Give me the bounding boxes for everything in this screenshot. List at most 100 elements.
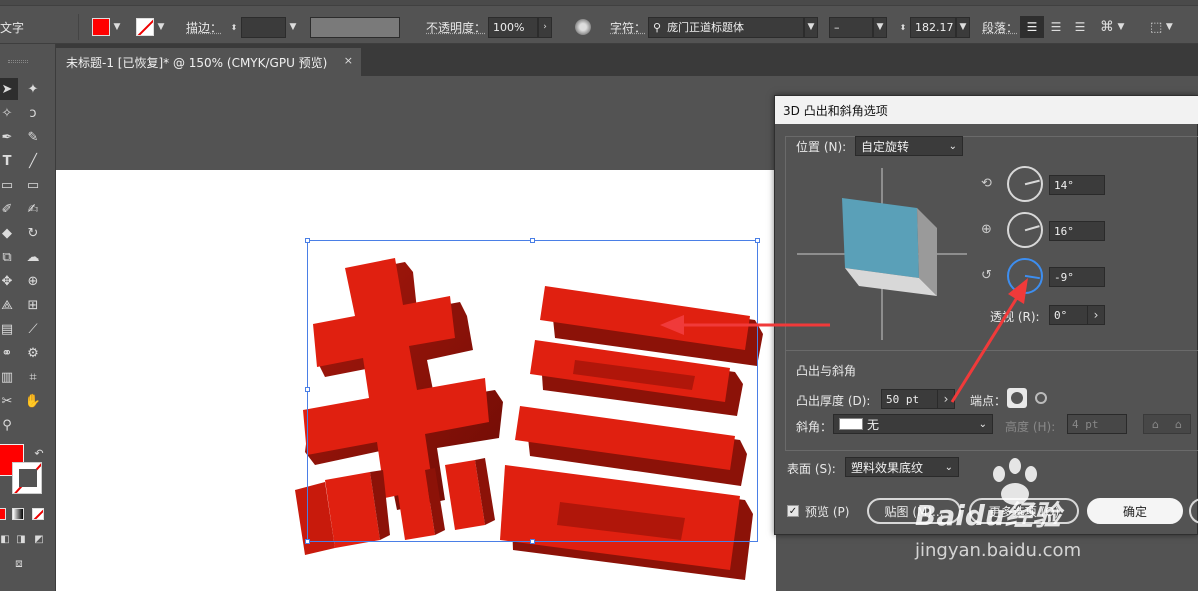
- chevron-down-icon[interactable]: ▼: [110, 17, 124, 38]
- chevron-down-icon[interactable]: ▼: [804, 16, 818, 38]
- stepper-icon[interactable]: ⬍: [896, 17, 910, 38]
- warp-tool-icon[interactable]: ☁: [22, 246, 44, 268]
- opacity-field[interactable]: 100%: [488, 16, 538, 38]
- stroke-none-swatch[interactable]: [136, 18, 154, 36]
- slice-tool-icon[interactable]: ✂: [0, 390, 18, 412]
- resize-handle[interactable]: [305, 238, 310, 243]
- none-mode-icon[interactable]: [32, 508, 44, 520]
- perspective-grid-icon[interactable]: ⟁: [0, 294, 18, 316]
- rotate-x-field[interactable]: 14°: [1049, 175, 1105, 195]
- cap-off-button[interactable]: [1031, 388, 1051, 408]
- symbol-sprayer-icon[interactable]: ⚙: [22, 342, 44, 364]
- chevron-down-icon[interactable]: ▼: [873, 16, 887, 38]
- lasso-icon[interactable]: ↄ: [22, 102, 44, 124]
- panel-grip[interactable]: [8, 60, 28, 63]
- resize-handle[interactable]: [305, 539, 310, 544]
- fill-swatch-control[interactable]: ▼: [92, 16, 124, 38]
- variable-width-field[interactable]: [310, 16, 400, 38]
- chevron-right-icon[interactable]: ›: [1087, 305, 1105, 325]
- rotate-y-field[interactable]: 16°: [1049, 221, 1105, 241]
- paintbrush-icon[interactable]: ✐: [0, 198, 18, 220]
- preview-checkbox[interactable]: ✓: [787, 505, 799, 517]
- font-style-control[interactable]: – ▼: [829, 16, 887, 38]
- 3d-cube-preview[interactable]: [797, 168, 967, 340]
- swap-fill-stroke-icon[interactable]: ↶: [28, 442, 50, 464]
- transform-control[interactable]: ⬚ ▼: [1150, 16, 1176, 38]
- type-tool-icon[interactable]: T: [0, 150, 18, 172]
- align-buttons[interactable]: ☰ ☰ ☰: [1020, 16, 1092, 38]
- zoom-tool-icon[interactable]: ⚲: [0, 414, 18, 436]
- selection-bounding-box[interactable]: [305, 238, 760, 544]
- pen-tool-icon[interactable]: ✒: [0, 126, 18, 148]
- screen-mode-icon[interactable]: ⧈: [8, 552, 30, 574]
- font-family-field[interactable]: ⚲ 庞门正道标题体: [648, 16, 804, 38]
- resize-handle[interactable]: [755, 238, 760, 243]
- stroke-color-swatch[interactable]: [12, 462, 42, 494]
- gradient-mode-icon[interactable]: [12, 508, 24, 520]
- cap-on-button[interactable]: [1007, 388, 1027, 408]
- rotate-x-dial[interactable]: [1007, 166, 1043, 202]
- direct-selection-tool-icon[interactable]: ✦: [22, 78, 44, 100]
- line-tool-icon[interactable]: ╱: [22, 150, 44, 172]
- chevron-down-icon[interactable]: ▼: [286, 17, 300, 38]
- rotate-z-field[interactable]: -9°: [1049, 267, 1105, 287]
- font-size-field[interactable]: 182.17: [910, 16, 956, 38]
- curvature-tool-icon[interactable]: ✎: [22, 126, 44, 148]
- extrude-depth-field[interactable]: 50 pt: [881, 389, 939, 409]
- font-style-field[interactable]: –: [829, 16, 873, 38]
- stroke-swatch-control[interactable]: ▼: [136, 16, 168, 38]
- position-dropdown[interactable]: 自定旋转 ⌄: [855, 136, 963, 156]
- rotate-tool-icon[interactable]: ↻: [22, 222, 44, 244]
- rectangle-tool-icon[interactable]: ▭: [0, 174, 18, 196]
- selection-tool-icon[interactable]: ➤: [0, 78, 18, 100]
- draw-inside-icon[interactable]: ◩: [28, 528, 50, 550]
- chevron-down-icon[interactable]: ▼: [956, 16, 970, 38]
- chevron-down-icon[interactable]: ▼: [1114, 17, 1128, 38]
- align-center-icon[interactable]: ☰: [1044, 16, 1068, 38]
- stroke-weight-control[interactable]: ⬍ ▼: [227, 16, 300, 38]
- blend-tool-icon[interactable]: ⚭: [0, 342, 18, 364]
- stroke-weight-field[interactable]: [241, 16, 286, 38]
- free-transform-icon[interactable]: ✥: [0, 270, 18, 292]
- rotate-z-dial[interactable]: [1007, 258, 1043, 294]
- warp-control[interactable]: ⌘ ▼: [1100, 16, 1128, 38]
- magic-wand-icon[interactable]: ✧: [0, 102, 18, 124]
- fill-swatch[interactable]: [92, 18, 110, 36]
- rectangle-grid-icon[interactable]: ▭: [22, 174, 44, 196]
- document-tab[interactable]: 未标题-1 [已恢复]* @ 150% (CMYK/GPU 预览) ×: [56, 48, 361, 76]
- chevron-right-icon[interactable]: ›: [937, 389, 955, 409]
- close-icon[interactable]: ×: [344, 54, 353, 67]
- artboard-tool-icon[interactable]: ⌗: [22, 366, 44, 388]
- opacity-control[interactable]: 100% ›: [488, 16, 552, 38]
- chevron-down-icon[interactable]: ▼: [154, 17, 168, 38]
- chevron-down-icon[interactable]: ▼: [1162, 17, 1176, 38]
- font-family-control[interactable]: ⚲ 庞门正道标题体 ▼: [648, 16, 818, 38]
- mesh-tool-icon[interactable]: ⊞: [22, 294, 44, 316]
- recolor-icon[interactable]: [575, 16, 591, 38]
- scale-tool-icon[interactable]: ⧉: [0, 246, 18, 268]
- chevron-right-icon[interactable]: ›: [538, 16, 552, 38]
- stepper-icon[interactable]: ⬍: [227, 17, 241, 38]
- gradient-tool-icon[interactable]: ▤: [0, 318, 18, 340]
- align-left-icon[interactable]: ☰: [1020, 16, 1044, 38]
- resize-handle[interactable]: [530, 539, 535, 544]
- hand-tool-icon[interactable]: ✋: [22, 390, 44, 412]
- align-right-icon[interactable]: ☰: [1068, 16, 1092, 38]
- color-mode-icon[interactable]: [0, 508, 6, 520]
- transform-icon[interactable]: ⬚: [1150, 20, 1162, 35]
- cancel-button[interactable]: [1189, 498, 1198, 524]
- envelope-warp-icon[interactable]: ⌘: [1100, 19, 1114, 35]
- recolor-artwork-icon[interactable]: [575, 19, 591, 35]
- rotate-y-dial[interactable]: [1007, 212, 1043, 248]
- eraser-icon[interactable]: ◆: [0, 222, 18, 244]
- column-graph-icon[interactable]: ▥: [0, 366, 18, 388]
- perspective-field[interactable]: 0°: [1049, 305, 1089, 325]
- shape-builder-icon[interactable]: ⊕: [22, 270, 44, 292]
- dialog-title[interactable]: 3D 凸出和斜角选项: [775, 96, 1198, 124]
- resize-handle[interactable]: [530, 238, 535, 243]
- shaper-tool-icon[interactable]: ✍: [22, 198, 44, 220]
- variable-width-profile[interactable]: [310, 16, 400, 38]
- font-size-control[interactable]: ⬍ 182.17 ▼: [896, 16, 970, 38]
- resize-handle[interactable]: [305, 387, 310, 392]
- bevel-dropdown[interactable]: 无 ⌄: [833, 414, 993, 434]
